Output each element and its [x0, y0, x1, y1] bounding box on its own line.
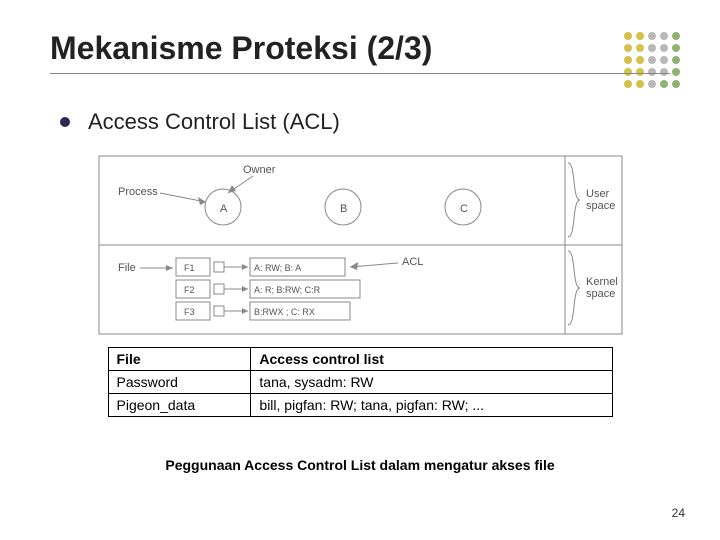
node-b: B [340, 203, 347, 215]
acl-row-1: A: RW; B: A [254, 263, 301, 273]
acl-example-table: File Access control list Password tana, … [108, 347, 613, 417]
file-label: File [118, 262, 136, 274]
slide-title: Mekanisme Proteksi (2/3) [50, 30, 670, 67]
col-file: File [108, 348, 251, 371]
file-f1: F1 [184, 263, 195, 273]
cell-file: Password [108, 371, 251, 394]
acl-row-2: A: R; B:RW; C:R [254, 285, 321, 295]
file-f2: F2 [184, 285, 195, 295]
node-a: A [220, 203, 228, 215]
svg-text:space: space [586, 288, 615, 300]
bullet-dot-icon [60, 117, 70, 127]
acl-row-3: B:RWX ; C: RX [254, 307, 315, 317]
cell-acl: bill, pigfan: RW; tana, pigfan: RW; ... [251, 394, 612, 417]
file-f3: F3 [184, 307, 195, 317]
user-space-label: User [586, 188, 610, 200]
bullet-text: Access Control List (ACL) [88, 109, 340, 135]
page-number: 24 [672, 506, 685, 520]
process-label: Process [118, 186, 158, 198]
table-row: Password tana, sysadm: RW [108, 371, 612, 394]
kernel-space-label: Kernel [586, 276, 618, 288]
owner-label: Owner [243, 164, 276, 176]
col-acl: Access control list [251, 348, 612, 371]
figure-caption: Peggunaan Access Control List dalam meng… [50, 457, 670, 473]
table-row: Pigeon_data bill, pigfan: RW; tana, pigf… [108, 394, 612, 417]
svg-text:space: space [586, 200, 615, 212]
table-header-row: File Access control list [108, 348, 612, 371]
cell-file: Pigeon_data [108, 394, 251, 417]
acl-pointer-label: ACL [402, 256, 423, 268]
title-underline [50, 73, 670, 74]
node-c: C [460, 203, 468, 215]
cell-acl: tana, sysadm: RW [251, 371, 612, 394]
acl-diagram: Process Owner A B C User space Kernel sp… [98, 155, 623, 335]
bullet-item: Access Control List (ACL) [60, 109, 670, 135]
